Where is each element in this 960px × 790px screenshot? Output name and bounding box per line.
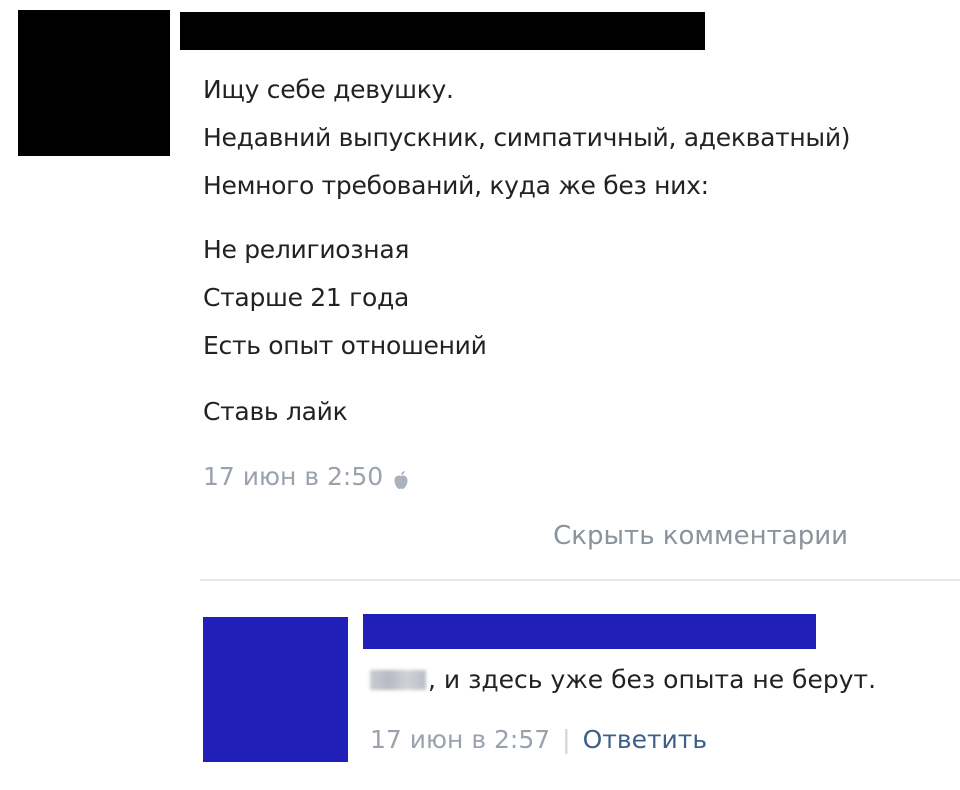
requirement-item: Есть опыт отношений — [203, 331, 487, 360]
post-line: Недавний выпускник, симпатичный, адекват… — [203, 123, 851, 152]
comment-text: , и здесь уже без опыта не берут. — [428, 665, 877, 694]
comment-timestamp[interactable]: 17 июн в 2:57 — [370, 725, 550, 754]
meta-divider: | — [562, 725, 571, 754]
comment-body: , и здесь уже без опыта не берут. — [370, 665, 876, 694]
requirement-item: Не религиозная — [203, 235, 410, 264]
post-author-avatar-redacted[interactable] — [18, 10, 170, 156]
comment-meta: 17 июн в 2:57 | Ответить — [370, 725, 707, 754]
comments-divider — [200, 579, 960, 581]
post-line: Ищу себе девушку. — [203, 75, 454, 104]
post-author-name-redacted[interactable] — [180, 12, 705, 50]
post-timestamp[interactable]: 17 июн в 2:50 — [203, 462, 383, 491]
hide-comments-link[interactable]: Скрыть комментарии — [553, 521, 848, 551]
post-meta: 17 июн в 2:50 — [203, 462, 409, 491]
call-to-action: Ставь лайк — [203, 397, 348, 426]
blurred-mention[interactable] — [370, 669, 426, 690]
apple-icon — [393, 467, 409, 489]
reply-link[interactable]: Ответить — [583, 725, 707, 754]
requirement-item: Старше 21 года — [203, 283, 410, 312]
post-line: Немного требований, куда же без них: — [203, 171, 709, 200]
commenter-name-redacted[interactable] — [363, 614, 816, 649]
post-body: Ищу себе девушку. Недавний выпускник, си… — [203, 66, 851, 436]
commenter-avatar-redacted[interactable] — [203, 617, 348, 762]
